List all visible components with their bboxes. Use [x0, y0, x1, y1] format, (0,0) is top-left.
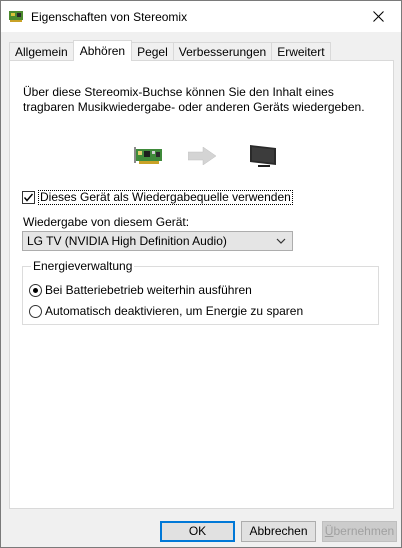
use-as-playback-source[interactable]: Dieses Gerät als Wiedergabequelle verwen…	[22, 190, 293, 205]
radio-option-auto-disable[interactable]: Automatisch deaktivieren, um Energie zu …	[29, 304, 303, 318]
keep-running-radio[interactable]	[29, 283, 42, 297]
close-button[interactable]	[356, 1, 401, 32]
apply-button[interactable]: Übernehmen	[322, 521, 397, 542]
title-bar: Eigenschaften von Stereomix	[1, 1, 401, 32]
playback-device-select[interactable]: LG TV (NVIDIA High Definition Audio)	[22, 231, 293, 251]
power-management-group: Energieverwaltung Bei Batteriebetrieb we…	[22, 259, 379, 325]
playback-source-label[interactable]: Dieses Gerät als Wiedergabequelle verwen…	[38, 190, 293, 205]
auto-disable-label[interactable]: Automatisch deaktivieren, um Energie zu …	[45, 304, 303, 318]
tab-abhoeren[interactable]: Abhören	[72, 40, 133, 61]
tab-panel-abhoeren: Über diese Stereomix-Buchse können Sie d…	[9, 60, 394, 509]
cancel-button[interactable]: Abbrechen	[241, 521, 316, 542]
tv-monitor-icon	[250, 145, 276, 167]
close-icon	[373, 11, 384, 22]
chevron-down-icon	[276, 238, 286, 244]
apply-label-rest: bernehmen	[333, 524, 395, 538]
radio-option-keep-running[interactable]: Bei Batteriebetrieb weiterhin ausführen	[29, 283, 252, 297]
speaker-card-icon	[9, 11, 23, 22]
power-management-title: Energieverwaltung	[31, 259, 135, 273]
playback-device-value: LG TV (NVIDIA High Definition Audio)	[27, 234, 227, 248]
tab-allgemein[interactable]: Allgemein	[9, 42, 74, 61]
tab-strip: Allgemein Abhören Pegel Verbesserungen E…	[9, 40, 331, 61]
playback-device-label: Wiedergabe von diesem Gerät:	[23, 215, 190, 229]
checkmark-icon	[23, 193, 34, 202]
window-title: Eigenschaften von Stereomix	[31, 10, 188, 24]
keep-running-label[interactable]: Bei Batteriebetrieb weiterhin ausführen	[45, 283, 252, 297]
arrow-right-icon	[188, 147, 216, 165]
sound-card-icon	[134, 147, 162, 164]
playback-source-checkbox[interactable]	[22, 191, 35, 204]
ok-button[interactable]: OK	[160, 521, 235, 542]
tab-verbesserungen[interactable]: Verbesserungen	[172, 42, 273, 61]
tab-pegel[interactable]: Pegel	[131, 42, 174, 61]
tab-erweitert[interactable]: Erweitert	[271, 42, 331, 61]
auto-disable-radio[interactable]	[29, 304, 42, 318]
properties-dialog: Eigenschaften von Stereomix Allgemein Ab…	[0, 0, 402, 548]
listen-description: Über diese Stereomix-Buchse können Sie d…	[23, 85, 365, 114]
